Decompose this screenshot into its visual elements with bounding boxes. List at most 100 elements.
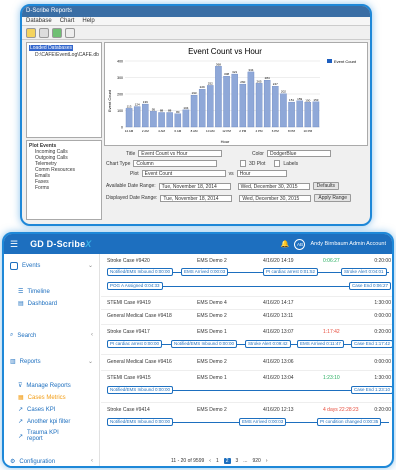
title-input[interactable]: Event Count vs Hour [138,150,223,157]
list-item[interactable]: Stroke Case #9417 EMS Demo 1 4/16/20 13:… [101,328,392,336]
timeline-event[interactable]: PI condition changed 0:00:35 [317,418,382,426]
sidebar-item-manage-reports[interactable]: ⊽ Manage Reports [18,382,71,390]
list-item[interactable]: STEMI Case #9419 EMS Demo 4 4/16/20 14:1… [101,299,392,307]
sidebar-item-events[interactable]: Events [10,262,40,270]
page-2-button[interactable]: 2 [223,458,231,464]
x-tick-label: 4 AM [158,129,165,133]
y-tick-label: 300 [117,76,123,80]
chevron-left-icon[interactable]: ‹ [91,332,93,338]
list-item[interactable]: Stroke Case #9420 EMS Demo 2 4/16/20 14:… [101,257,392,265]
timeline-event[interactable]: Notified/EMS Inbound 0:00:00 [107,386,174,394]
export-icon[interactable] [52,28,62,38]
data-label: 113 [127,104,132,108]
menu-chart[interactable]: Chart [60,18,75,24]
tree-root[interactable]: Loaded Databases [29,45,99,52]
sidebar-item-search[interactable]: ⌕ Search [10,332,36,339]
sidebar: Events ⌄ ☰ Timeline ▤ Dashboard ⌕ Search… [4,254,100,466]
avatar[interactable]: AB [294,238,306,250]
timeline-event[interactable]: EMS Arrived 0:00:03 [181,268,229,276]
timeline-event[interactable]: EMS Arrived 0:00:03 [239,418,287,426]
bar [150,111,157,128]
user-name[interactable]: Andy Birnbaum Admin Account [310,241,386,247]
timeline-event[interactable]: Notified/EMS Inbound 0:00:00 [107,268,174,276]
list-item[interactable]: STEMI Case #9415 EMS Demo 1 4/16/20 13:0… [101,374,392,382]
sidebar-item-cases-metrics[interactable]: ▦ Cases Metrics [18,394,66,402]
timeline-event[interactable]: Notified/EMS Inbound 0:00:00 [107,418,174,426]
data-label: 252 [208,81,213,85]
dscribe-dashboard: ☰ GD D-ScribeX 🔔 AB Andy Birnbaum Admin … [2,232,394,468]
open-folder-icon[interactable] [26,28,36,38]
displayed-from-picker[interactable]: Tue, November 18, 2014 [160,194,233,202]
legend-swatch [327,59,332,63]
bar [190,95,198,128]
x-tick-label: 2 AM [142,129,149,133]
case-list: Stroke Case #9420 EMS Demo 2 4/16/20 14:… [101,254,392,466]
list-item[interactable]: General Medical Case #9416 EMS Demo 2 4/… [101,358,392,366]
sidebar-item-dashboard[interactable]: ▤ Dashboard [18,300,57,308]
vs-select[interactable]: Hour [236,170,287,177]
displayed-to-picker[interactable]: Wed, December 30, 2015 [239,194,312,202]
timeline-event[interactable]: Case End 1:17:42 [351,340,392,348]
defaults-button[interactable]: Defaults [312,182,340,190]
apply-range-button[interactable]: Apply Range [314,194,352,202]
timeline-event[interactable]: PI cardiac arrest 0:00:00 [107,340,163,348]
next-page-button[interactable]: › [266,458,268,464]
timeline-event[interactable]: PI cardiac arrest 0:01:52 [263,268,319,276]
print-icon[interactable] [39,28,49,38]
timeline-event[interactable]: EMS Arrived 0:11:47 [297,340,344,348]
dashboard-icon: ▤ [18,301,24,307]
sidebar-item-another-kpi[interactable]: ↗ Another kpi filter [18,418,70,426]
chevron-down-icon[interactable]: ⌄ [88,262,93,269]
timeline-event[interactable]: Stroke Alert 0:09:42 [245,340,291,348]
bell-icon[interactable]: 🔔 [281,240,290,248]
data-label: 334 [248,68,253,72]
data-label: 308 [224,72,229,76]
sidebar-item-trauma-kpi[interactable]: ↗ Trauma KPI report [18,430,88,442]
timeline-event[interactable]: Case End 0:06:27 [349,282,392,290]
bar [255,83,263,128]
data-label: 95 [152,107,156,111]
timeline-event[interactable]: Notified/EMS Inbound 0:00:00 [171,340,238,348]
page-3-button[interactable]: 3 [236,458,239,464]
menu-database[interactable]: Database [26,18,52,24]
sidebar-item-timeline[interactable]: ☰ Timeline [18,288,50,296]
chevron-down-icon[interactable]: ⌄ [88,358,93,365]
data-label: 247 [273,82,278,86]
row-divider [101,324,392,325]
chart-type-select[interactable]: Column [133,160,218,167]
sidebar-item-cases-kpi[interactable]: ↗ Cases KPI [18,406,55,414]
sidebar-item-reports[interactable]: ▥ Reports [10,358,41,366]
menu-icon[interactable]: ☰ [10,239,18,250]
list-item[interactable]: Stroke Case #9414 EMS Demo 2 4/16/20 12:… [101,406,392,414]
prev-page-button[interactable]: ‹ [209,458,211,464]
labels-checkbox[interactable] [274,160,281,167]
bar [198,89,206,128]
available-from-field: Tue, November 18, 2014 [158,182,231,190]
row-divider [101,402,392,403]
menu-help[interactable]: Help [82,18,94,24]
plot3d-checkbox[interactable] [240,160,246,167]
last-page-button[interactable]: 920 [252,458,260,464]
timeline-event[interactable]: Case End 1:23:10 [351,386,392,394]
bar [296,100,303,128]
data-label: 159 [297,97,302,101]
gear-icon: ⚙ [10,459,16,465]
x-tick-label: 10 AM [206,129,215,133]
chart-icon: ↗ [18,419,24,425]
chevron-left-icon[interactable]: ‹ [91,458,93,464]
color-select[interactable]: DodgerBlue [266,150,331,157]
bar [231,73,238,128]
list-item[interactable]: General Medical Case #9418 EMS Demo 2 4/… [101,312,392,320]
page-1-button[interactable]: 1 [216,458,219,464]
event-type-item[interactable]: Forms [29,185,99,191]
timeline-icon: ☰ [18,289,24,295]
bar [288,101,295,128]
plot-select[interactable]: Event Count [141,170,226,177]
report-icon[interactable] [65,28,75,38]
plot-events-panel: Plot Events Incoming Calls Outgoing Call… [26,140,102,220]
timeline-event[interactable]: Stroke Alert 0:04:01 [341,268,387,276]
data-label: 193 [192,91,197,95]
sidebar-item-configuration[interactable]: ⚙ Configuration [10,458,55,466]
tree-db-item[interactable]: D:\CAFE\EventLog\CAFE.db [29,52,99,59]
timeline-event[interactable]: POG A Assigned 0:04:33 [107,282,163,290]
